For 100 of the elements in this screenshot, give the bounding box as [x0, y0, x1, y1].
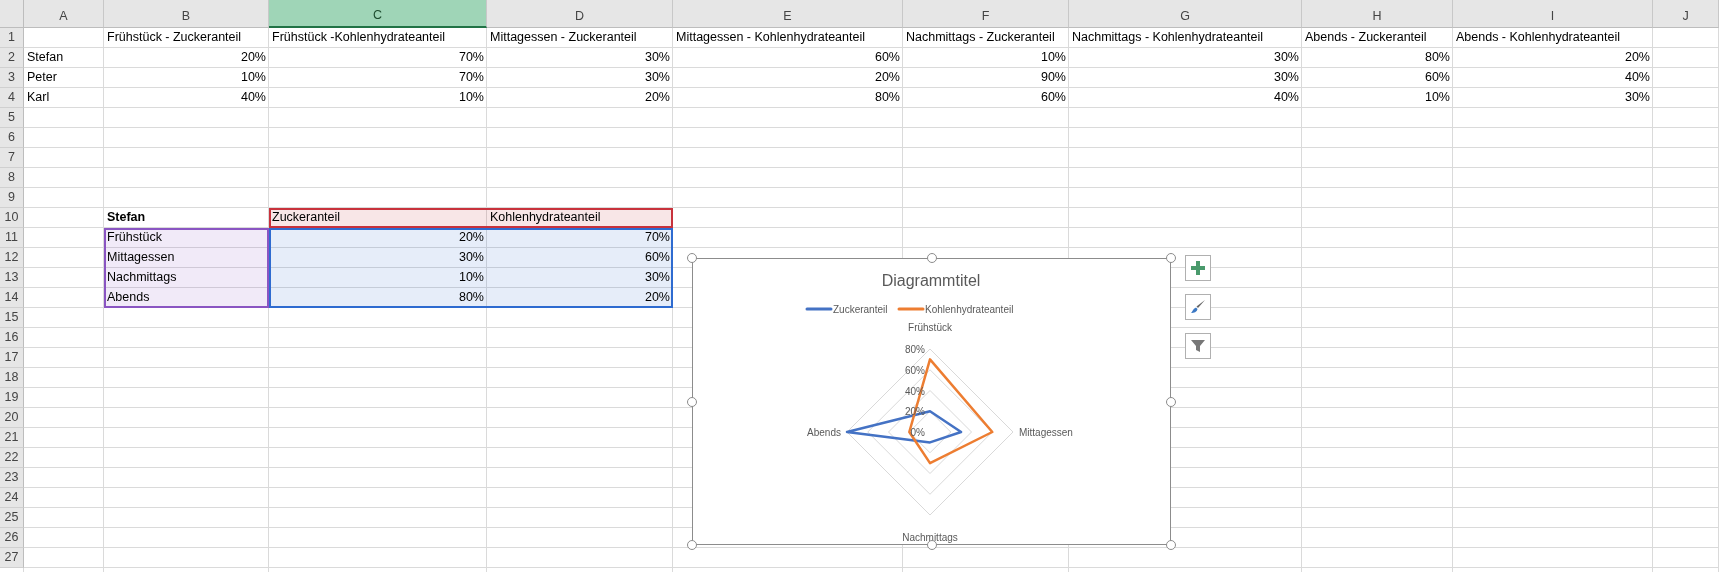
table-cell-text: Mittagessen - Zuckeranteil: [489, 29, 638, 46]
row-header[interactable]: 16: [0, 328, 24, 348]
category-label: Mittagessen: [1019, 427, 1073, 438]
row-header[interactable]: 11: [0, 228, 24, 248]
row-header[interactable]: 5: [0, 108, 24, 128]
row-header[interactable]: 8: [0, 168, 24, 188]
resize-handle[interactable]: [1166, 540, 1176, 550]
axis-tick-label: 80%: [905, 344, 925, 355]
table-cell: 30%: [269, 248, 487, 268]
table-cell-text: 20%: [873, 69, 901, 86]
table-cell-text: 30%: [1272, 69, 1300, 86]
table-cell-text: 10%: [1039, 49, 1067, 66]
resize-handle[interactable]: [687, 540, 697, 550]
table-cell-text: 40%: [1623, 69, 1651, 86]
column-header[interactable]: B: [104, 0, 269, 28]
row-header[interactable]: 26: [0, 528, 24, 548]
table-cell-text: 40%: [239, 89, 267, 106]
row-header[interactable]: 1: [0, 28, 24, 48]
row-header[interactable]: 14: [0, 288, 24, 308]
table-cell-text: 30%: [643, 69, 671, 86]
row-header[interactable]: 9: [0, 188, 24, 208]
table-cell-text: Abends - Zuckeranteil: [1304, 29, 1428, 46]
category-label: Frühstück: [908, 322, 952, 333]
resize-handle[interactable]: [1166, 396, 1176, 407]
table-cell-text: 30%: [643, 49, 671, 66]
chart-styles-button[interactable]: [1185, 294, 1211, 320]
row-header[interactable]: 17: [0, 348, 24, 368]
table-cell-text: Karl: [26, 89, 51, 106]
table-cell: 70%: [487, 228, 673, 248]
column-header[interactable]: E: [673, 0, 903, 28]
row-header[interactable]: 20: [0, 408, 24, 428]
table-cell-text: Nachmittags - Kohlenhydrateanteil: [1071, 29, 1265, 46]
table-cell: Nachmittags: [104, 268, 269, 288]
resize-handle[interactable]: [926, 253, 937, 263]
axis-tick-label: 60%: [905, 364, 925, 376]
plus-icon: [1190, 260, 1206, 276]
table-cell-text: Frühstück - Zuckeranteil: [106, 29, 243, 46]
row-header[interactable]: 21: [0, 428, 24, 448]
filter-icon: [1190, 338, 1206, 354]
row-header[interactable]: 7: [0, 148, 24, 168]
table-cell-text: 10%: [1423, 89, 1451, 106]
row-header[interactable]: 2: [0, 48, 24, 68]
table-cell-text: 60%: [1423, 69, 1451, 86]
table-cell-text: 90%: [1039, 69, 1067, 86]
resize-handle[interactable]: [687, 396, 697, 407]
brush-icon: [1190, 299, 1206, 315]
table-cell-text: Nachmittags - Zuckeranteil: [905, 29, 1056, 46]
table-cell-text: Peter: [26, 69, 58, 86]
table-cell-text: 20%: [643, 89, 671, 106]
row-header[interactable]: 15: [0, 308, 24, 328]
row-header[interactable]: 23: [0, 468, 24, 488]
chart-elements-button[interactable]: [1185, 255, 1211, 281]
table-cell-text: Frühstück -Kohlenhydrateanteil: [271, 29, 446, 46]
row-header[interactable]: 3: [0, 68, 24, 88]
column-header[interactable]: H: [1302, 0, 1453, 28]
table-cell: Abends: [104, 288, 269, 308]
row-header[interactable]: 19: [0, 388, 24, 408]
table-cell-text: 10%: [457, 89, 485, 106]
row-header[interactable]: 24: [0, 488, 24, 508]
table-cell-text: Stefan: [106, 209, 147, 226]
table-cell-text: 30%: [1272, 49, 1300, 66]
table-cell: 10%: [269, 268, 487, 288]
table-cell-text: Mittagessen - Kohlenhydrateanteil: [675, 29, 866, 46]
row-header[interactable]: 13: [0, 268, 24, 288]
row-header[interactable]: 18: [0, 368, 24, 388]
resize-handle[interactable]: [687, 253, 697, 263]
column-header[interactable]: D: [487, 0, 673, 28]
row-header[interactable]: 12: [0, 248, 24, 268]
column-header[interactable]: C: [269, 0, 487, 28]
row-header[interactable]: 4: [0, 88, 24, 108]
row-header[interactable]: 27: [0, 548, 24, 568]
row-header[interactable]: 6: [0, 128, 24, 148]
legend-label: Zuckeranteil: [833, 304, 888, 315]
column-header[interactable]: A: [24, 0, 104, 28]
column-header[interactable]: F: [903, 0, 1069, 28]
table-cell-text: 20%: [239, 49, 267, 66]
row-header[interactable]: 22: [0, 448, 24, 468]
chart-area[interactable]: [692, 258, 1171, 545]
table-cell-text: 60%: [1039, 89, 1067, 106]
table-cell-text: 20%: [1623, 49, 1651, 66]
table-cell: 30%: [487, 268, 673, 288]
table-cell-text: 40%: [1272, 89, 1300, 106]
table-cell: Mittagessen: [104, 248, 269, 268]
category-label: Nachmittags: [902, 532, 958, 543]
table-cell-text: 70%: [457, 69, 485, 86]
table-cell: 20%: [487, 288, 673, 308]
resize-handle[interactable]: [1166, 253, 1176, 263]
axis-tick-label: 0%: [910, 427, 925, 438]
row-header[interactable]: 10: [0, 208, 24, 228]
table-cell-text: 10%: [239, 69, 267, 86]
table-cell: 80%: [269, 288, 487, 308]
table-cell-text: Stefan: [26, 49, 65, 66]
column-header[interactable]: I: [1453, 0, 1653, 28]
table-cell-text: 80%: [873, 89, 901, 106]
column-header[interactable]: J: [1653, 0, 1719, 28]
table-cell-text: 80%: [1423, 49, 1451, 66]
column-header[interactable]: G: [1069, 0, 1302, 28]
table-cell-text: Abends - Kohlenhydrateanteil: [1455, 29, 1621, 46]
chart-filters-button[interactable]: [1185, 333, 1211, 359]
row-header[interactable]: 25: [0, 508, 24, 528]
